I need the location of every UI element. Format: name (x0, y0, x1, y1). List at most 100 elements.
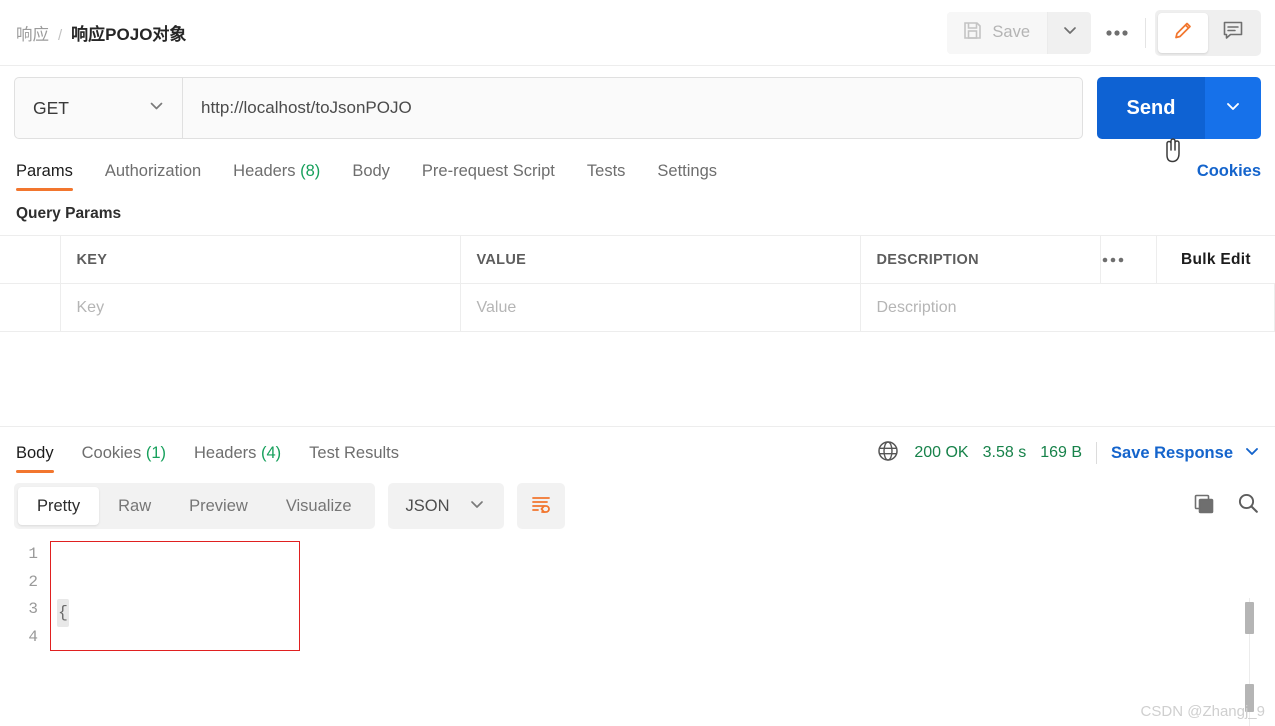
response-tab-test-results-label: Test Results (309, 443, 400, 462)
table-header-row: KEY VALUE DESCRIPTION Bulk Edit (0, 235, 1275, 284)
column-header-key: KEY (60, 235, 461, 284)
search-button[interactable] (1236, 491, 1261, 521)
code-line: { (57, 599, 289, 627)
edit-mode-button[interactable] (1158, 12, 1208, 53)
response-tab-headers-label: Headers (194, 443, 257, 462)
response-view-mode-group: Pretty Raw Preview Visualize (14, 483, 375, 529)
response-tab-body[interactable]: Body (14, 444, 68, 475)
tab-body[interactable]: Body (336, 162, 406, 191)
param-value-input[interactable]: Value (460, 283, 861, 332)
bulk-edit-button[interactable]: Bulk Edit (1173, 251, 1251, 268)
request-url-row: GET http://localhost/toJsonPOJO Send (0, 66, 1275, 149)
tab-tests[interactable]: Tests (571, 162, 642, 191)
tab-pre-request-script-label: Pre-request Script (421, 162, 555, 180)
save-button[interactable]: Save (947, 11, 1047, 54)
breadcrumb-separator: / (58, 27, 63, 44)
response-format-value: JSON (405, 496, 450, 515)
response-format-select[interactable]: JSON (387, 483, 504, 529)
tab-pre-request-script[interactable]: Pre-request Script (406, 162, 571, 191)
send-button[interactable]: Send (1097, 77, 1205, 139)
param-key-input[interactable]: Key (60, 283, 461, 332)
bulk-edit-cell: Bulk Edit (1156, 235, 1275, 284)
three-dots-icon (1101, 252, 1125, 268)
tab-settings[interactable]: Settings (641, 162, 733, 191)
chevron-down-icon (1243, 442, 1261, 465)
line-number: 3 (28, 600, 38, 618)
response-json-content[interactable]: { "name": "itcast", "age": 15 } (57, 544, 289, 655)
row-checkbox-cell[interactable] (0, 283, 61, 332)
line-number: 4 (28, 627, 38, 646)
json-open-brace[interactable]: { (57, 599, 69, 627)
response-tab-cookies-count: (1) (145, 443, 166, 462)
header-more-button[interactable] (1091, 12, 1143, 54)
response-meta: 200 OK 3.58 s 169 B Save Response (876, 439, 1261, 480)
chevron-down-icon (147, 96, 166, 120)
app-header: 响应 / 响应POJO对象 Save (0, 0, 1275, 66)
response-json-highlight-box: { "name": "itcast", "age": 15 } (50, 541, 300, 651)
view-mode-visualize[interactable]: Visualize (267, 487, 371, 525)
column-header-value: VALUE (460, 235, 861, 284)
table-row: Key Value Description (0, 283, 1275, 332)
header-icon-toggle-group (1155, 9, 1261, 56)
header-checkbox-cell (0, 235, 61, 284)
tab-params[interactable]: Params (14, 162, 89, 191)
tab-authorization[interactable]: Authorization (89, 162, 217, 191)
header-actions: Save (947, 9, 1261, 56)
comment-icon (1221, 18, 1245, 47)
response-tab-cookies[interactable]: Cookies (1) (68, 444, 180, 475)
send-dropdown-button[interactable] (1205, 77, 1261, 139)
page-title: 响应POJO对象 (71, 25, 187, 44)
word-wrap-button[interactable] (516, 483, 565, 529)
response-view-controls: Pretty Raw Preview Visualize JSON (0, 475, 1275, 529)
word-wrap-icon (529, 492, 553, 521)
tab-headers-count: (8) (300, 162, 321, 180)
save-response-label: Save Response (1111, 443, 1233, 462)
save-button-group: Save (947, 11, 1091, 54)
response-time: 3.58 s (982, 444, 1027, 461)
view-mode-raw[interactable]: Raw (99, 487, 170, 525)
globe-icon[interactable] (876, 439, 900, 468)
response-tab-body-label: Body (16, 443, 54, 462)
view-mode-pretty[interactable]: Pretty (18, 487, 100, 525)
view-mode-preview[interactable]: Preview (170, 487, 267, 525)
watermark: CSDN @Zhangj_9 (1140, 703, 1265, 720)
pencil-icon (1171, 18, 1196, 48)
request-tabs: Params Authorization Headers (8) Body Pr… (0, 149, 1275, 191)
response-size: 169 B (1040, 444, 1083, 461)
response-body-viewer: 1 2 3 4 { "name": "itcast", "age": 15 } (0, 529, 1275, 655)
response-tab-headers[interactable]: Headers (4) (180, 444, 295, 475)
line-number-gutter: 1 2 3 4 (16, 541, 50, 655)
three-dots-icon (1104, 24, 1130, 42)
comment-button[interactable] (1208, 13, 1258, 53)
status-badge: 200 OK (914, 444, 969, 461)
line-number: 2 (28, 572, 38, 591)
meta-divider (1096, 442, 1098, 464)
tab-settings-label: Settings (657, 162, 718, 180)
param-description-input[interactable]: Description (860, 283, 1275, 332)
copy-icon (1192, 492, 1216, 521)
save-response-button[interactable]: Save Response (1111, 442, 1261, 465)
http-method-select[interactable]: GET (14, 77, 182, 139)
line-number: 1 (28, 545, 38, 563)
chevron-down-icon (1223, 96, 1243, 121)
save-button-label: Save (992, 23, 1030, 41)
vertical-scrollbar-thumb[interactable] (1245, 602, 1254, 634)
tab-body-label: Body (352, 162, 390, 180)
chevron-down-icon (1061, 21, 1079, 44)
response-view-actions (1192, 491, 1261, 521)
breadcrumb-parent[interactable]: 响应 (16, 21, 49, 45)
save-dropdown-button[interactable] (1047, 11, 1091, 54)
cookies-link[interactable]: Cookies (1197, 162, 1261, 191)
copy-button[interactable] (1192, 492, 1216, 521)
url-input[interactable]: http://localhost/toJsonPOJO (182, 77, 1083, 139)
response-tab-test-results[interactable]: Test Results (295, 444, 413, 475)
search-icon (1236, 491, 1261, 521)
tab-headers-label: Headers (233, 162, 296, 180)
breadcrumb: 响应 / 响应POJO对象 (16, 20, 186, 45)
send-button-group: Send (1097, 77, 1261, 139)
http-method-value: GET (33, 97, 69, 118)
query-params-title: Query Params (16, 205, 122, 222)
tab-authorization-label: Authorization (104, 162, 202, 180)
tab-headers[interactable]: Headers (8) (217, 162, 336, 191)
params-more-button[interactable] (1100, 235, 1157, 284)
